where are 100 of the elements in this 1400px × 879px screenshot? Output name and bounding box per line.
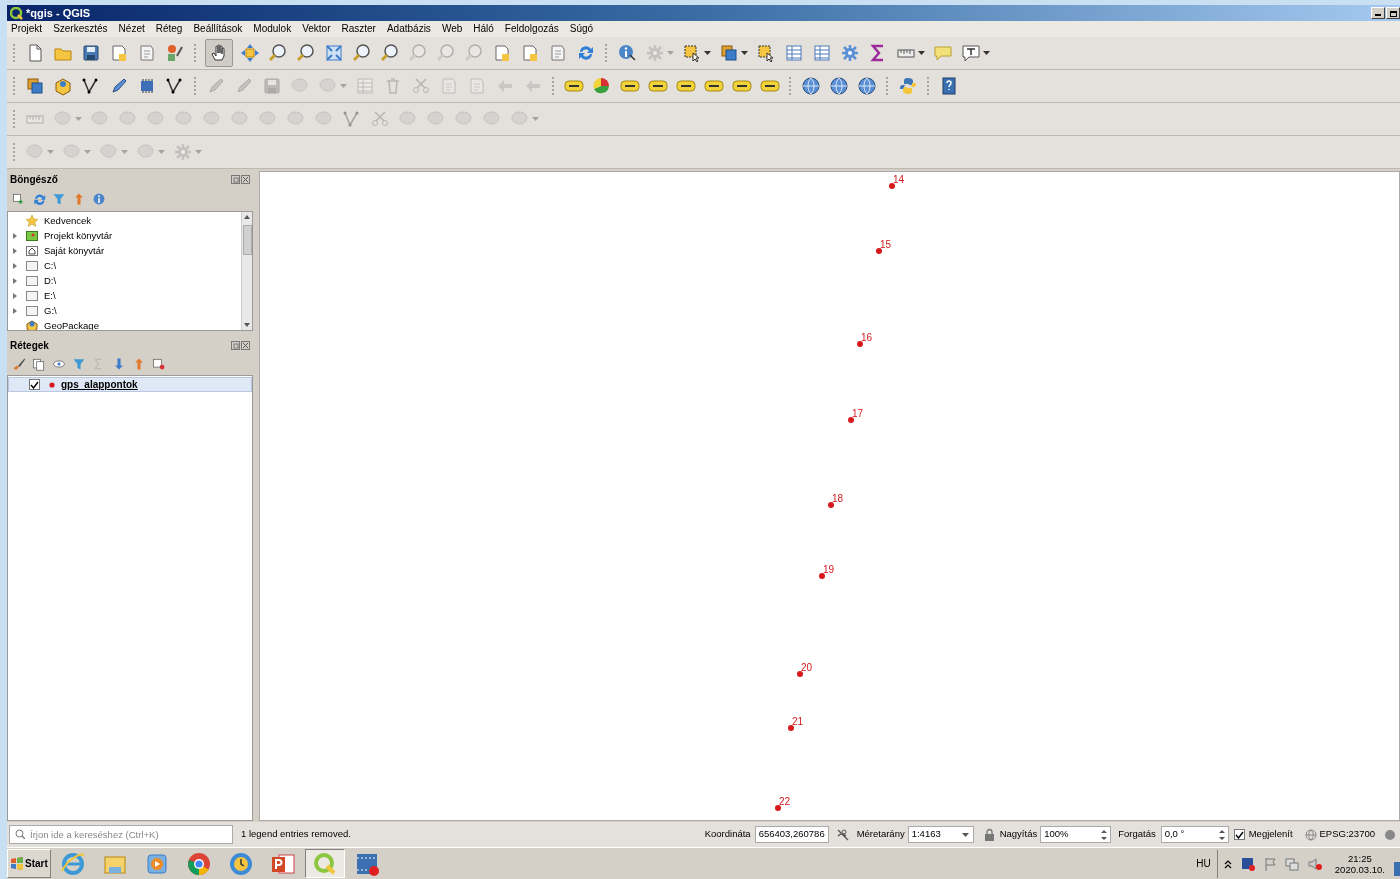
language-indicator[interactable]: HU: [1196, 856, 1211, 871]
tree-item[interactable]: Projekt könyvtár: [44, 229, 113, 242]
magnifier-icon[interactable]: [296, 43, 316, 63]
style-icon[interactable]: [165, 43, 185, 63]
flag-icon[interactable]: [1263, 856, 1276, 871]
expand-arrow-icon[interactable]: [13, 232, 17, 239]
expand-arrow-icon[interactable]: [13, 277, 17, 284]
expand-arrow-icon[interactable]: [13, 292, 17, 299]
magnifier-icon[interactable]: [380, 43, 400, 63]
map-canvas[interactable]: 14 15 16 17 18 19 20 21 22: [259, 171, 1400, 821]
magnifier-icon[interactable]: [268, 43, 288, 63]
search-field[interactable]: Írjon ide a kereséshez (Ctrl+K): [9, 825, 233, 844]
network-icon[interactable]: [1284, 856, 1299, 871]
caret-icon[interactable]: [961, 832, 969, 837]
menu-item[interactable]: Beállítások: [193, 24, 243, 34]
add-icon[interactable]: [12, 192, 26, 206]
gear-icon[interactable]: [840, 43, 860, 63]
magnifier-field[interactable]: 100%: [1040, 826, 1112, 843]
scrollbar[interactable]: [241, 212, 252, 330]
spinner-arrows-icon[interactable]: [1217, 828, 1226, 841]
show-desktop-button[interactable]: [1394, 861, 1400, 876]
table-icon[interactable]: [812, 43, 832, 63]
restore-button[interactable]: [1386, 7, 1400, 19]
tree-item[interactable]: G:\: [44, 304, 57, 317]
select-icon[interactable]: [682, 43, 702, 63]
box-icon[interactable]: [53, 76, 73, 96]
caret-icon[interactable]: [983, 51, 990, 55]
layers-icon[interactable]: [25, 76, 45, 96]
eye-icon[interactable]: [52, 357, 66, 371]
info-icon[interactable]: [617, 43, 637, 63]
menu-item[interactable]: Háló: [473, 24, 494, 34]
globe-icon[interactable]: [857, 76, 877, 96]
remove-layer-icon[interactable]: [152, 357, 166, 371]
globe-icon[interactable]: [801, 76, 821, 96]
taskbar-app-button[interactable]: [304, 849, 345, 878]
lock-icon[interactable]: [983, 827, 995, 842]
messages-icon[interactable]: [1384, 828, 1396, 841]
menu-item[interactable]: Modulok: [253, 24, 292, 34]
layer-checkbox[interactable]: [29, 379, 40, 390]
tree-item[interactable]: E:\: [44, 289, 56, 302]
clock-date[interactable]: 2020.03.10.: [1334, 863, 1385, 875]
tree-item[interactable]: C:\: [44, 259, 57, 272]
float-panel-icon[interactable]: [231, 174, 240, 184]
spinner-arrows-icon[interactable]: [1100, 828, 1109, 841]
tree-item[interactable]: D:\: [44, 274, 57, 287]
caret-icon[interactable]: [741, 51, 748, 55]
document-icon[interactable]: [492, 43, 512, 63]
close-panel-icon[interactable]: [241, 174, 250, 184]
menu-item[interactable]: Súgó: [569, 24, 594, 34]
menu-item[interactable]: Adatbázis: [386, 24, 431, 34]
menu-item[interactable]: Szerkesztés: [53, 24, 108, 34]
save-icon[interactable]: [81, 43, 101, 63]
caret-icon[interactable]: [918, 51, 925, 55]
tree-item[interactable]: Saját könyvtár: [44, 244, 105, 257]
menu-item[interactable]: Feldolgozás: [504, 24, 559, 34]
move-arrows-icon[interactable]: [240, 43, 260, 63]
help-book-icon[interactable]: [939, 76, 959, 96]
refresh-icon[interactable]: [576, 43, 596, 63]
document-icon[interactable]: [109, 43, 129, 63]
layers-icon[interactable]: [719, 43, 739, 63]
pie-chart-icon[interactable]: [592, 76, 612, 96]
menu-item[interactable]: Nézet: [118, 24, 145, 34]
menu-item[interactable]: Vektor: [302, 24, 331, 34]
page-icon[interactable]: [137, 43, 157, 63]
table-icon[interactable]: [784, 43, 804, 63]
info-icon[interactable]: [92, 192, 106, 206]
mouse-toggle-icon[interactable]: [835, 827, 850, 842]
speech-bubble-icon[interactable]: [933, 43, 953, 63]
paint-brush-icon[interactable]: [12, 357, 26, 371]
close-panel-icon[interactable]: [241, 340, 250, 350]
text-bubble-icon[interactable]: [961, 43, 981, 63]
filter-icon[interactable]: [72, 357, 86, 371]
add-group-icon[interactable]: [32, 357, 46, 371]
magnifier-icon[interactable]: [352, 43, 372, 63]
select-icon[interactable]: [756, 43, 776, 63]
zoom-extent-icon[interactable]: [324, 43, 344, 63]
refresh-icon[interactable]: [32, 192, 46, 206]
menu-item[interactable]: Raszter: [341, 24, 376, 34]
expand-arrow-icon[interactable]: [13, 247, 17, 254]
menu-item[interactable]: Web: [441, 24, 463, 34]
menu-item[interactable]: Projekt: [11, 24, 43, 34]
float-panel-icon[interactable]: [231, 340, 240, 350]
filter-icon[interactable]: [52, 192, 66, 206]
python-icon[interactable]: [898, 76, 918, 96]
tray-app-icon[interactable]: [1240, 856, 1255, 871]
globe-icon[interactable]: [829, 76, 849, 96]
expand-arrow-icon[interactable]: [13, 307, 17, 314]
crs-button[interactable]: EPSG:23700: [1319, 827, 1375, 842]
clock-time[interactable]: 21:25: [1348, 852, 1372, 864]
rotation-field[interactable]: 0,0 °: [1160, 826, 1229, 843]
layer-row[interactable]: gps_alappontok: [8, 377, 252, 392]
page-icon[interactable]: [548, 43, 568, 63]
coordinate-field[interactable]: 656403,260786: [754, 826, 829, 843]
start-button[interactable]: Start: [7, 849, 51, 878]
document-icon[interactable]: [520, 43, 540, 63]
caret-icon[interactable]: [704, 51, 711, 55]
pencil-icon[interactable]: [109, 76, 129, 96]
expand-arrow-icon[interactable]: [13, 262, 17, 269]
scale-combo[interactable]: 1:4163: [907, 826, 974, 843]
chevron-up-icon[interactable]: [1223, 858, 1232, 869]
